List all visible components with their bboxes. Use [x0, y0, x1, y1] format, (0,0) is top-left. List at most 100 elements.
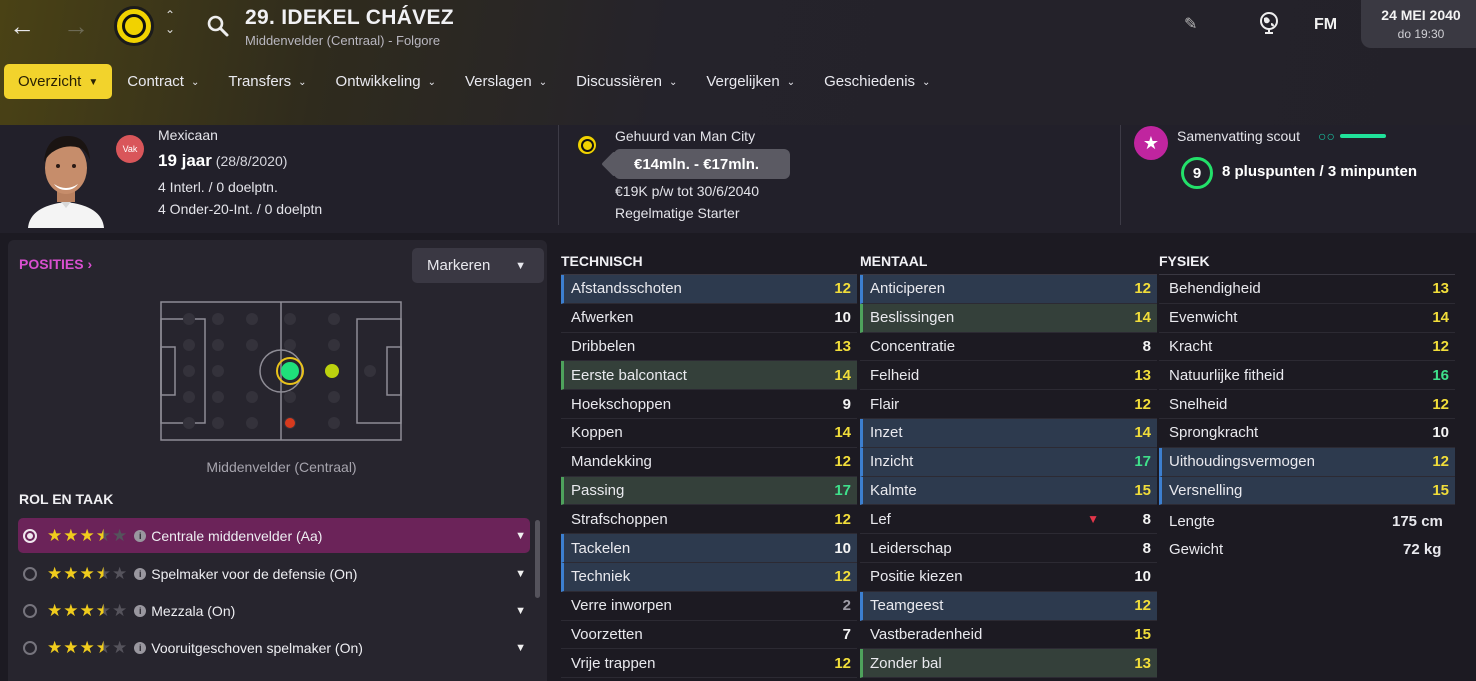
attribute-row[interactable]: Mandekking 12	[561, 448, 857, 477]
date-panel[interactable]: 24 MEI 2040 do 19:30	[1361, 0, 1476, 48]
attribute-row[interactable]: Techniek 12	[561, 562, 857, 592]
role-row[interactable]: ★ ★ ★ ★ ★ i Centrale middenvelder (Aa) ▼	[18, 518, 530, 553]
back-arrow-icon[interactable]: ←	[4, 8, 40, 44]
tab-label: Discussiëren	[576, 73, 662, 90]
roles-scrollbar[interactable]	[535, 520, 540, 598]
attribute-row[interactable]: Evenwicht 14	[1159, 304, 1455, 333]
attribute-row[interactable]: Behendigheid 13	[1159, 275, 1455, 304]
tab-verslagen[interactable]: Verslagen ⌄	[451, 64, 561, 99]
attribute-row[interactable]: Leiderschap 8	[860, 534, 1157, 563]
attribute-row[interactable]: Uithoudingsvermogen 12	[1159, 447, 1455, 477]
info-icon[interactable]: i	[134, 567, 147, 580]
attribute-row[interactable]: Hoekschoppen 9	[561, 390, 857, 419]
chevron-down-icon[interactable]: ▼	[515, 642, 526, 654]
chevron-down-icon: ⌄	[427, 77, 436, 88]
attribute-row[interactable]: Felheid 13	[860, 361, 1157, 391]
attribute-value: 13	[1134, 366, 1151, 384]
attribute-row[interactable]: Inzicht 17	[860, 447, 1157, 477]
tab-label: Geschiedenis	[824, 73, 916, 90]
chevron-down-icon[interactable]: ▼	[515, 605, 526, 617]
positions-link[interactable]: POSITIES ›	[19, 256, 92, 272]
role-row[interactable]: ★ ★ ★ ★ ★ i Mezzala (On) ▼	[18, 593, 530, 628]
world-globe-icon[interactable]	[1256, 10, 1282, 36]
attribute-row[interactable]: Verre inworpen 2	[561, 592, 857, 621]
tab-overzicht[interactable]: Overzicht ▼	[4, 64, 113, 99]
attribute-row[interactable]: Strafschoppen 12	[561, 505, 857, 535]
radio-button[interactable]	[23, 640, 37, 655]
height-value: 175 cm	[1392, 513, 1443, 530]
attribute-row[interactable]: Anticiperen 12	[860, 275, 1157, 304]
attribute-row[interactable]: Beslissingen 14	[860, 303, 1157, 333]
attribute-row[interactable]: Vastberadenheid 15	[860, 621, 1157, 650]
vak-badge[interactable]: Vak	[116, 135, 144, 163]
scout-summary-title[interactable]: Samenvatting scout	[1177, 128, 1300, 144]
star-rating: ★ ★ ★ ★ ★	[47, 564, 128, 583]
mark-dropdown[interactable]: Markeren ▼	[412, 248, 544, 283]
positions-panel: POSITIES › Markeren ▼ Middenvelder (Centr…	[8, 240, 547, 681]
attribute-value: 14	[1432, 309, 1449, 327]
age: 19 jaar	[158, 151, 212, 170]
attribute-row[interactable]: Passing 17	[561, 476, 857, 506]
age-line: 19 jaar (28/8/2020)	[158, 151, 287, 171]
attribute-row[interactable]: Dribbelen 13	[561, 333, 857, 362]
chevron-down-icon[interactable]: ▼	[515, 530, 526, 542]
loan-status[interactable]: Gehuurd van Man City	[615, 128, 755, 144]
attribute-value: 13	[834, 337, 851, 355]
pencil-icon[interactable]: ✎	[1184, 14, 1197, 34]
attribute-row[interactable]: Koppen 14	[561, 419, 857, 448]
attribute-row[interactable]: Afwerken 10	[561, 304, 857, 333]
tab-contract[interactable]: Contract ⌄	[113, 64, 213, 99]
attribute-name: Flair	[870, 395, 900, 413]
search-icon[interactable]	[200, 8, 236, 44]
parent-club-crest-icon[interactable]	[576, 134, 598, 156]
role-row[interactable]: ★ ★ ★ ★ ★ i Spelmaker voor de defensie (On) …	[18, 556, 530, 591]
attribute-row[interactable]: Kalmte 15	[860, 476, 1157, 506]
attribute-row[interactable]: Snelheid 12	[1159, 390, 1455, 419]
attribute-row[interactable]: Kracht 12	[1159, 333, 1455, 362]
star-rating: ★ ★ ★ ★ ★	[47, 526, 128, 545]
tab-transfers[interactable]: Transfers ⌄	[214, 64, 320, 99]
attribute-value: 12	[1432, 395, 1449, 413]
attribute-row[interactable]: Zonder bal 13	[860, 649, 1157, 679]
forward-arrow-icon[interactable]: →	[58, 8, 94, 44]
tab-vergelijken[interactable]: Vergelijken ⌄	[692, 64, 809, 99]
attribute-row[interactable]: Flair 12	[860, 390, 1157, 419]
tab-discussieren[interactable]: Discussiëren ⌄	[562, 64, 691, 99]
attribute-value: 8	[1142, 510, 1151, 528]
club-crest-icon[interactable]	[114, 6, 154, 46]
attribute-row[interactable]: Positie kiezen 10	[860, 563, 1157, 592]
tab-label: Verslagen	[464, 73, 532, 90]
chevron-down-icon[interactable]: ▼	[515, 568, 526, 580]
attribute-value: 15	[1134, 481, 1151, 499]
attribute-row[interactable]: Sprongkracht 10	[1159, 419, 1455, 448]
attribute-row[interactable]: Concentratie 8	[860, 333, 1157, 362]
fm-logo[interactable]: FM	[1314, 16, 1337, 34]
attribute-row[interactable]: Natuurlijke fitheid 16	[1159, 361, 1455, 391]
info-icon[interactable]: i	[134, 529, 147, 542]
attribute-row[interactable]: Versnelling 15	[1159, 476, 1455, 506]
tab-geschiedenis[interactable]: Geschiedenis ⌄	[810, 64, 944, 99]
attribute-row[interactable]: Vrije trappen 12	[561, 649, 857, 679]
chevron-down-icon: ⌄	[298, 77, 307, 88]
attribute-name: Felheid	[870, 366, 920, 384]
attribute-row[interactable]: Lef ▼ 8	[860, 505, 1157, 535]
tab-ontwikkeling[interactable]: Ontwikkeling ⌄	[322, 64, 450, 99]
attribute-row[interactable]: Voorzetten 7	[561, 621, 857, 650]
attribute-row[interactable]: Inzet 14	[860, 418, 1157, 448]
attribute-value: 8	[1142, 539, 1151, 557]
attribute-name: Tackelen	[571, 539, 631, 557]
info-icon[interactable]: i	[134, 641, 147, 654]
attribute-value: 13	[1432, 280, 1449, 298]
attribute-row[interactable]: Teamgeest 12	[860, 591, 1157, 621]
up-down-chevron-icon[interactable]: ⌃ ⌄	[162, 8, 178, 42]
attribute-row[interactable]: Tackelen 10	[561, 534, 857, 563]
info-icon[interactable]: i	[134, 604, 147, 617]
attribute-row[interactable]: Eerste balcontact 14	[561, 361, 857, 391]
role-row[interactable]: ★ ★ ★ ★ ★ i Vooruitgeschoven spelmaker (On) …	[18, 630, 530, 665]
pros-cons[interactable]: 8 pluspunten / 3 minpunten	[1222, 163, 1417, 180]
radio-button[interactable]	[23, 528, 37, 543]
attribute-row[interactable]: Afstandsschoten 12	[561, 275, 857, 304]
radio-button[interactable]	[23, 603, 37, 618]
radio-button[interactable]	[23, 566, 37, 581]
decline-arrow-icon: ▼	[1087, 512, 1099, 527]
